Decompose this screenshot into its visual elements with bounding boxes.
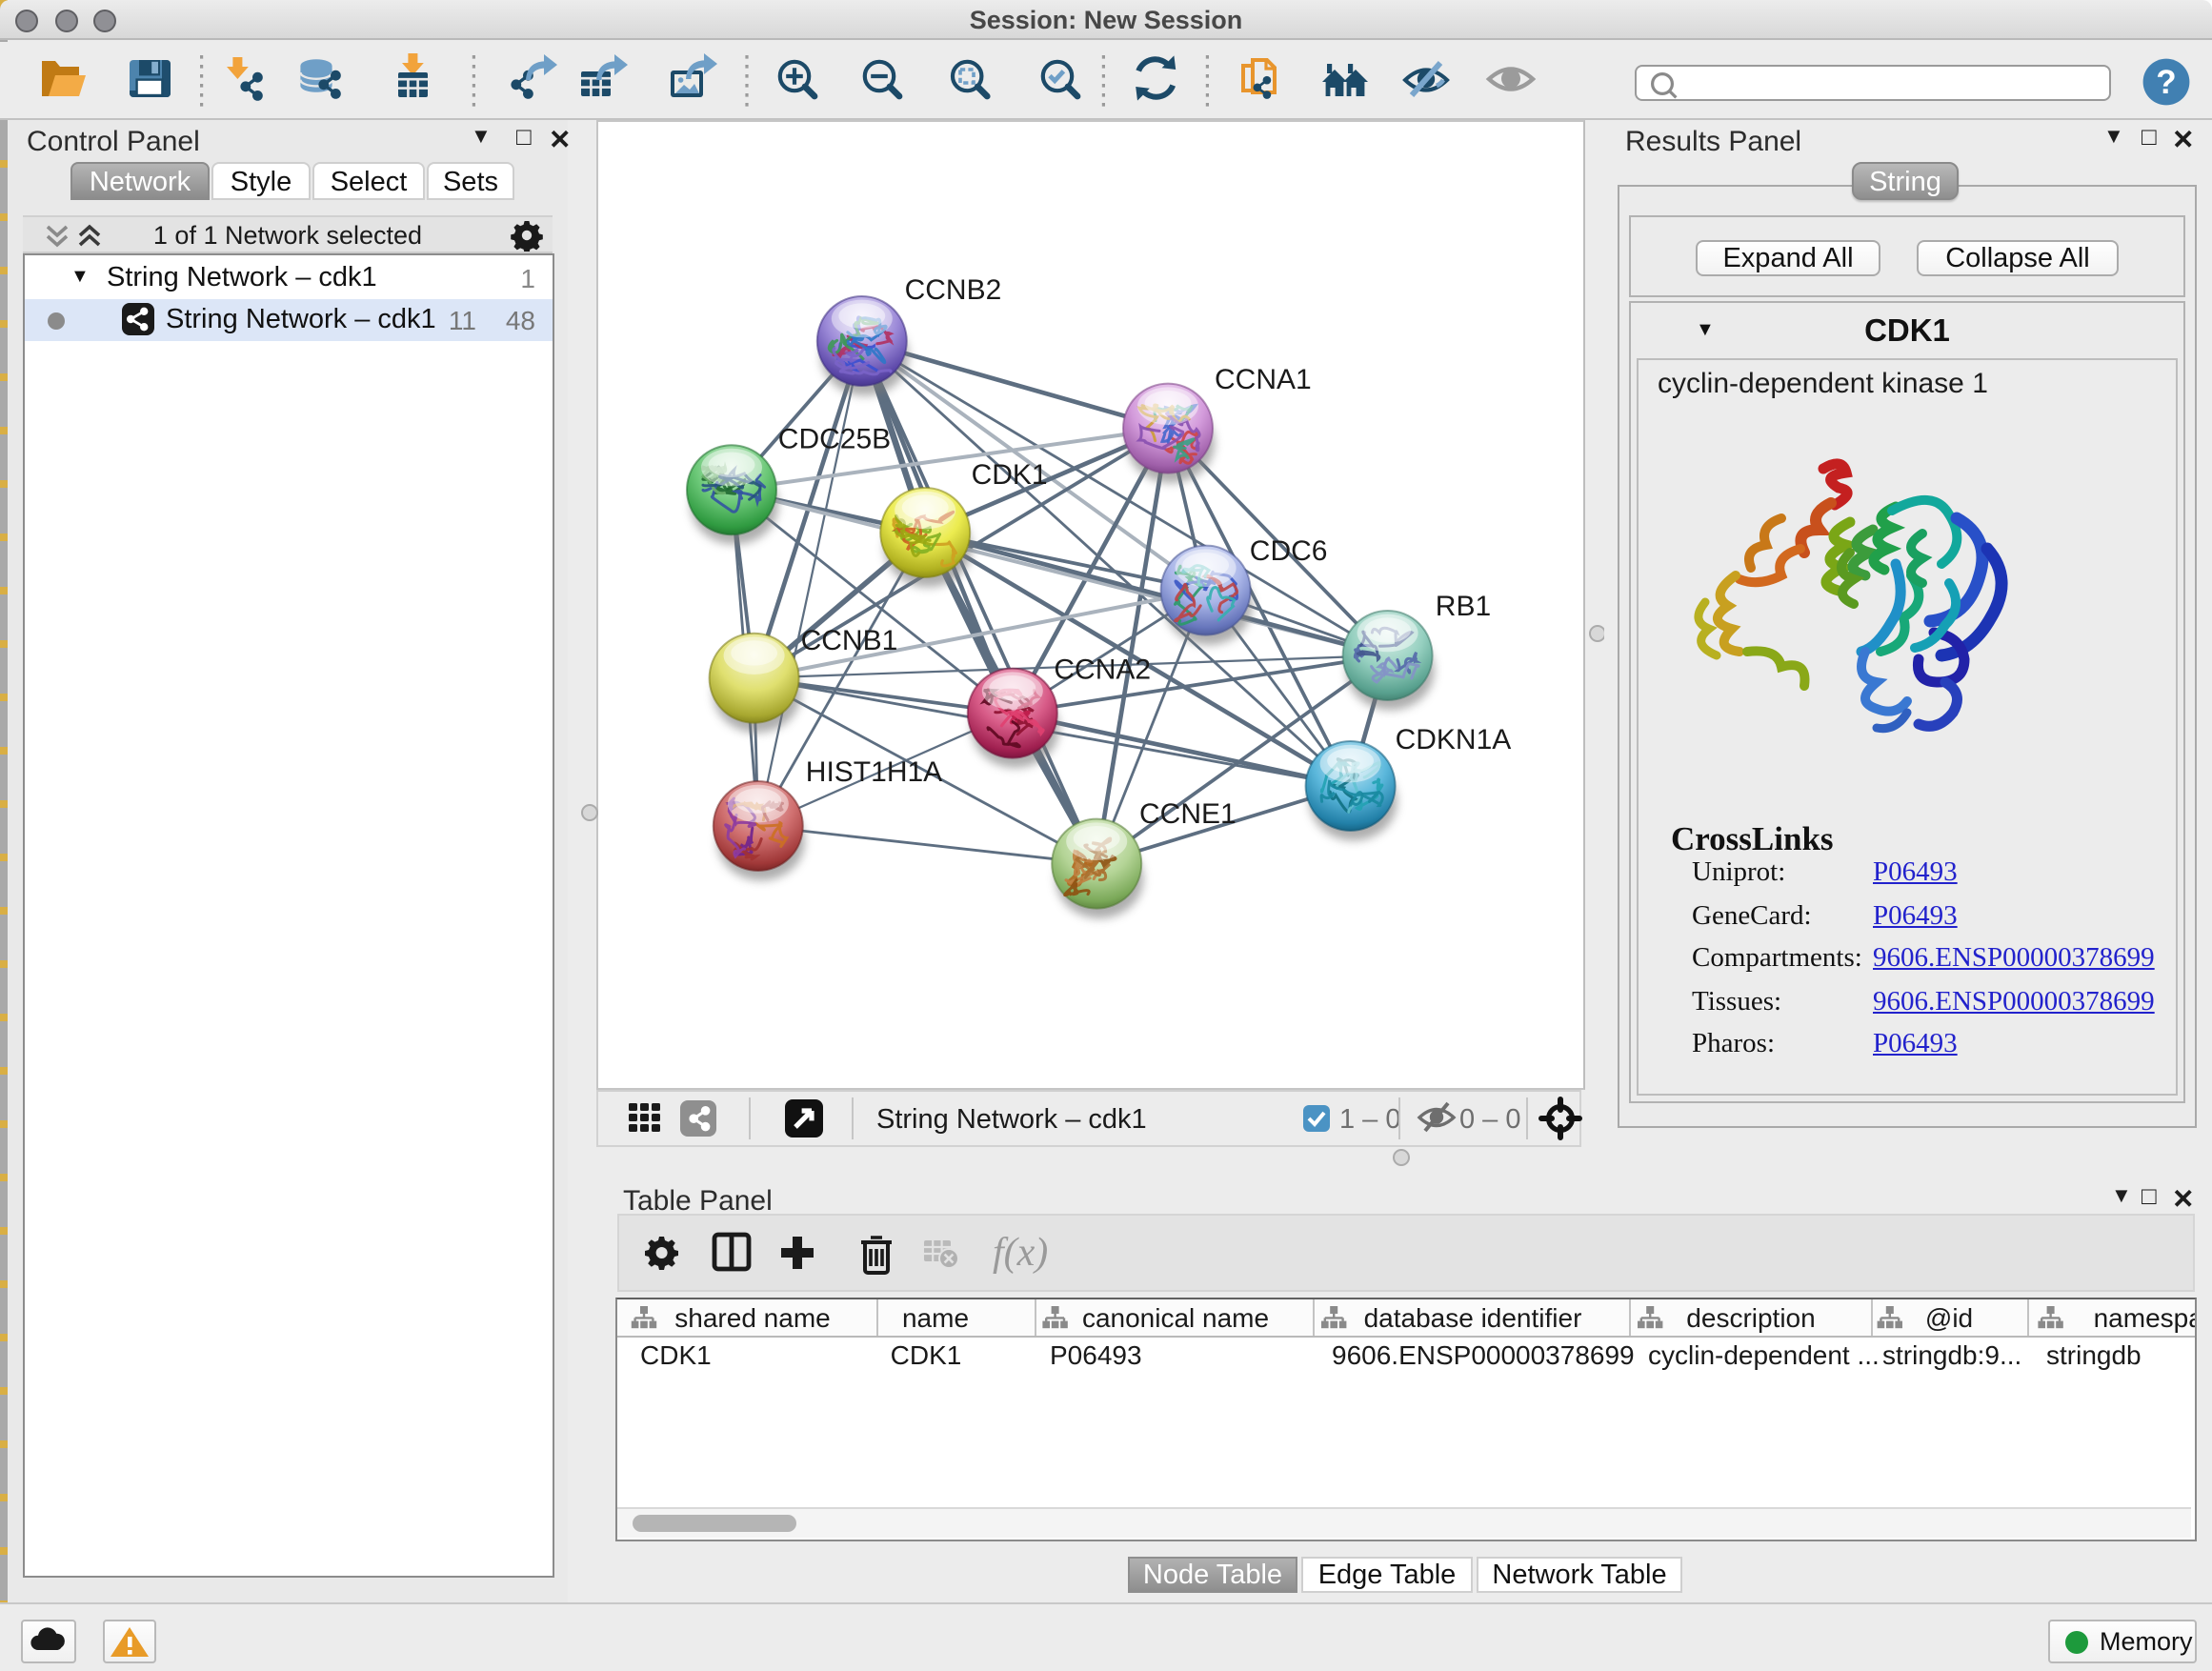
svg-text:namespace: namespace [2094, 1303, 2195, 1333]
svg-text:CCNE1: CCNE1 [1139, 798, 1237, 830]
svg-text:cyclin-dependent ...: cyclin-dependent ... [1648, 1340, 1880, 1370]
svg-text:CDK1: CDK1 [972, 459, 1048, 491]
svg-text:CDK1: CDK1 [891, 1340, 962, 1370]
svg-text:@id: @id [1925, 1303, 1973, 1333]
svg-text:stringdb: stringdb [2046, 1340, 2142, 1370]
svg-text:CDC6: CDC6 [1250, 535, 1328, 567]
svg-text:0 – 0: 0 – 0 [1459, 1104, 1521, 1135]
svg-text:CDKN1A: CDKN1A [1396, 724, 1512, 755]
svg-text:9606.ENSP00000378699: 9606.ENSP00000378699 [1332, 1340, 1635, 1370]
svg-text:CCNB1: CCNB1 [801, 625, 898, 656]
svg-text:1 – 0: 1 – 0 [1339, 1104, 1401, 1135]
svg-text:CDC25B: CDC25B [778, 424, 891, 455]
svg-text:CCNA2: CCNA2 [1054, 654, 1151, 685]
svg-text:description: description [1686, 1303, 1815, 1333]
svg-text:canonical name: canonical name [1082, 1303, 1269, 1333]
svg-text:database identifier: database identifier [1364, 1303, 1582, 1333]
svg-text:RB1: RB1 [1436, 591, 1491, 622]
svg-text:CCNA1: CCNA1 [1215, 364, 1312, 395]
svg-text:P06493: P06493 [1050, 1340, 1142, 1370]
svg-text:CCNB2: CCNB2 [905, 274, 1002, 306]
svg-text:f(x): f(x) [993, 1231, 1048, 1275]
svg-text:shared name: shared name [674, 1303, 830, 1333]
svg-text:name: name [902, 1303, 969, 1333]
svg-text:String Network – cdk1: String Network – cdk1 [876, 1104, 1147, 1135]
svg-text:?: ? [2156, 64, 2176, 101]
svg-text:HIST1H1A: HIST1H1A [806, 756, 942, 788]
svg-text:stringdb:9...: stringdb:9... [1882, 1340, 2021, 1370]
svg-text:CDK1: CDK1 [640, 1340, 712, 1370]
